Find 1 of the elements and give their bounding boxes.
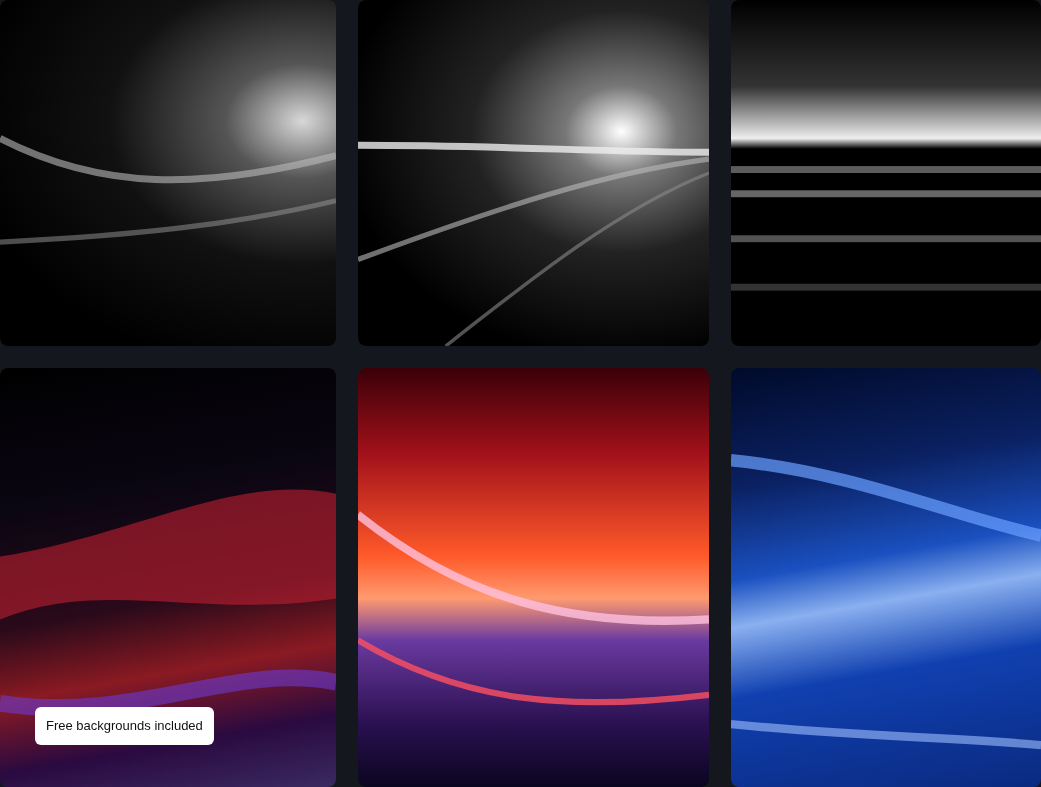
feature-label: Free backgrounds included <box>35 707 214 745</box>
